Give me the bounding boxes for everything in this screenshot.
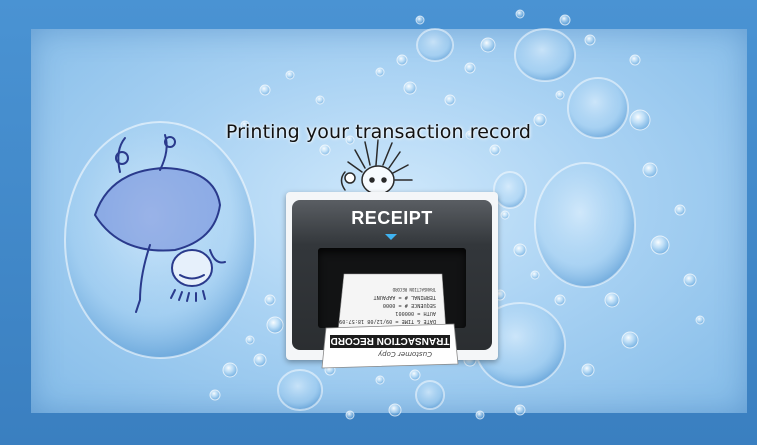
receipt-paper: DATE & TIME = 09/12/08 18:57:09 AUTH = 0…	[321, 273, 459, 369]
receipt-line: SEQUENCE # = 0000	[383, 302, 436, 308]
atm-screen: Printing your transaction record RECEIPT…	[0, 0, 757, 445]
status-message: Printing your transaction record	[225, 121, 532, 143]
receipt-line: TERMINAL # = AAPAUNT	[374, 294, 436, 300]
stub-copy-label: Customer Copy	[377, 350, 432, 358]
receipt-line: DATE & TIME = 09/12/08 18:57:09	[339, 318, 436, 324]
stub-title: TRANSACTION RECORD	[331, 335, 450, 346]
receipt-line: AUTH = 000001	[395, 310, 436, 316]
receipt-header: TRANSACTION RECORD	[392, 287, 436, 292]
receipt-card: RECEIPT DATE & TIME = 09/12/08 18:57:09 …	[286, 192, 498, 369]
